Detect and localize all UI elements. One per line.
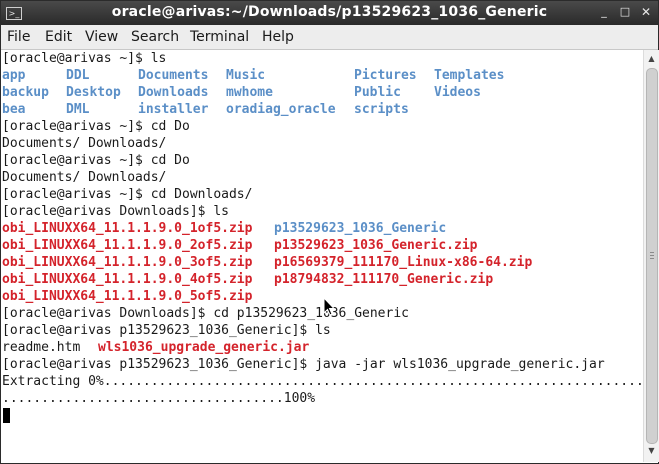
terminal-text: Extracting 0%...........................…: [2, 374, 642, 389]
grip-line-icon: [650, 255, 654, 256]
menu-help[interactable]: Help: [262, 29, 294, 45]
menu-view[interactable]: View: [85, 29, 118, 45]
directory-entry: Desktop: [66, 85, 121, 100]
archive-file-entry: obi_LINUXX64_11.1.1.9.0_2of5.zip: [2, 238, 253, 253]
archive-file-entry: obi_LINUXX64_11.1.1.9.0_4of5.zip: [2, 272, 253, 287]
terminal-text: [oracle@arivas ~]$ cd Do: [2, 153, 190, 168]
grip-line-icon: [650, 258, 654, 259]
archive-file-entry: p18794832_111170_Generic.zip: [274, 272, 494, 287]
terminal-text: [oracle@arivas Downloads]$ ls: [2, 204, 229, 219]
directory-entry: Music: [226, 68, 266, 83]
grip-line-icon: [650, 252, 654, 253]
archive-file-entry: p16569379_111170_Linux-x86-64.zip: [274, 255, 533, 270]
scroll-up-icon[interactable]: ▲: [644, 52, 659, 66]
directory-entry: Pictures: [354, 68, 417, 83]
archive-file-entry: p13529623_1036_Generic.zip: [274, 238, 478, 253]
directory-entry: Downloads: [138, 85, 209, 100]
terminal-text: [oracle@arivas Downloads]$ cd p13529623_…: [2, 306, 409, 321]
terminal-text: Documents/ Downloads/: [2, 170, 167, 185]
terminal-text: Documents/ Downloads/: [2, 136, 167, 151]
menu-terminal[interactable]: Terminal: [190, 29, 249, 45]
directory-entry: installer: [138, 102, 209, 117]
menu-search[interactable]: Search: [131, 29, 179, 45]
window-title: oracle@arivas:~/Downloads/p13529623_1036…: [111, 4, 548, 20]
directory-entry: Videos: [434, 85, 481, 100]
scrollbar-thumb[interactable]: [646, 68, 658, 444]
directory-entry: Templates: [434, 68, 505, 83]
terminal-text: [oracle@arivas p13529623_1036_Generic]$ …: [2, 357, 605, 372]
scroll-down-icon[interactable]: ▼: [644, 444, 659, 458]
directory-entry: backup: [2, 85, 49, 100]
directory-entry: app: [2, 68, 26, 83]
terminal-text: ....................................100%: [2, 391, 316, 406]
menu-file[interactable]: File: [7, 29, 30, 45]
archive-file-entry: obi_LINUXX64_11.1.1.9.0_3of5.zip: [2, 255, 253, 270]
terminal-text: [oracle@arivas ~]$ cd Do: [2, 119, 190, 134]
directory-entry: scripts: [354, 102, 409, 117]
directory-entry: bea: [2, 102, 26, 117]
directory-entry: Documents: [138, 68, 209, 83]
archive-file-entry: obi_LINUXX64_11.1.1.9.0_1of5.zip: [2, 221, 253, 236]
terminal-output[interactable]: [oracle@arivas ~]$ ls app DDL Documents Musi…: [2, 50, 642, 462]
vertical-scrollbar[interactable]: ▲ ▼: [643, 50, 659, 462]
title-bar[interactable]: >_ oracle@arivas:~/Downloads/p13529623_1…: [1, 1, 658, 25]
mouse-pointer-icon: [323, 297, 335, 316]
terminal-window: >_ oracle@arivas:~/Downloads/p13529623_1…: [0, 0, 659, 464]
terminal-text: [oracle@arivas ~]$ ls: [2, 51, 167, 66]
menu-bar: File Edit View Search Terminal Help: [1, 25, 658, 50]
close-button[interactable]: ✕: [639, 5, 653, 19]
terminal-text: [oracle@arivas p13529623_1036_Generic]$ …: [2, 323, 331, 338]
directory-entry: DML: [66, 102, 90, 117]
terminal-text: [oracle@arivas ~]$ cd Downloads/: [2, 187, 253, 202]
directory-entry: DDL: [66, 68, 90, 83]
text-cursor: [3, 408, 10, 423]
archive-file-entry: obi_LINUXX64_11.1.1.9.0_5of5.zip: [2, 289, 253, 304]
directory-entry: Public: [354, 85, 401, 100]
directory-entry: mwhome: [226, 85, 273, 100]
terminal-text: readme.htm: [2, 340, 81, 355]
maximize-button[interactable]: □: [618, 5, 632, 19]
directory-entry: oradiag_oracle: [226, 102, 336, 117]
menu-edit[interactable]: Edit: [45, 29, 72, 45]
archive-file-entry: wls1036_upgrade_generic.jar: [98, 340, 310, 355]
minimize-button[interactable]: _: [597, 5, 611, 19]
directory-entry: p13529623_1036_Generic: [274, 221, 447, 236]
